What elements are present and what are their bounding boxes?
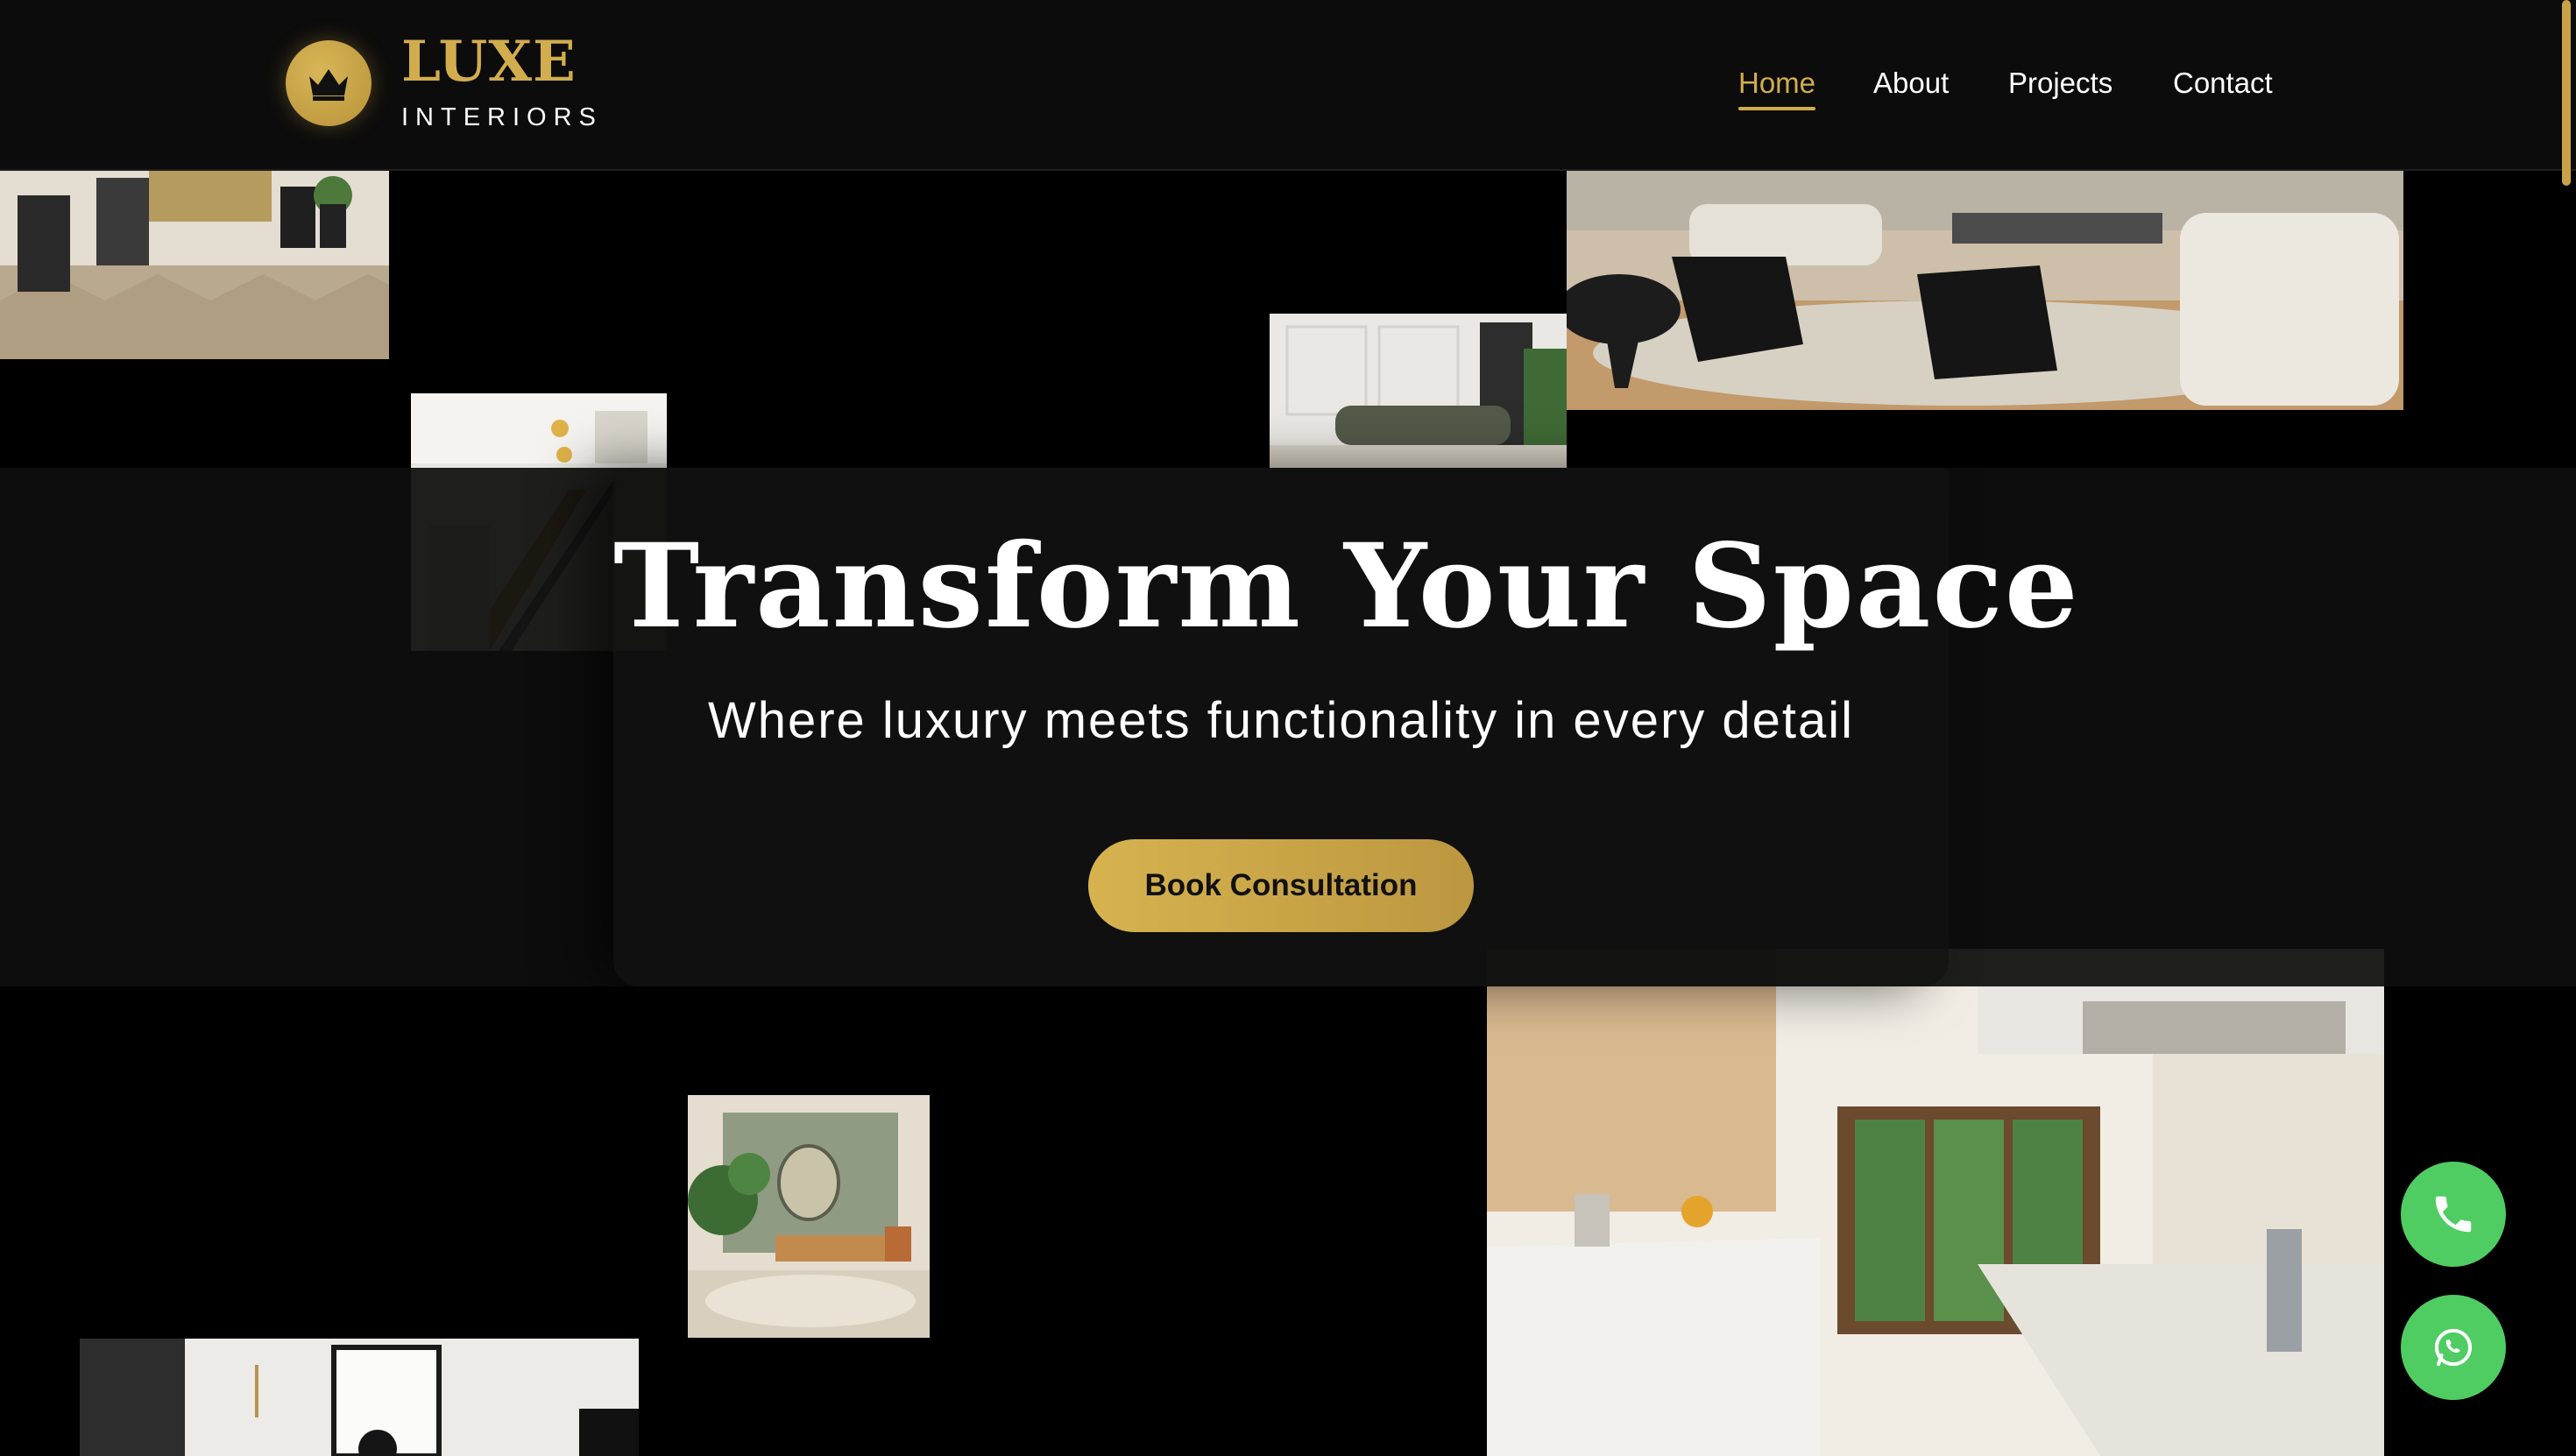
nav-item-about[interactable]: About (1873, 61, 1949, 105)
hero-title: Transform Your Space (613, 519, 2080, 654)
brand-name[interactable]: LUXE (401, 30, 577, 95)
nav-item-home[interactable]: Home (1738, 61, 1816, 110)
nav-item-contact[interactable]: Contact (2173, 61, 2273, 105)
hero-subtitle: Where luxury meets functionality in ever… (707, 692, 1855, 749)
phone-icon (2435, 1196, 2472, 1233)
site-header: LUXE INTERIORS Home About Projects Conta… (0, 0, 2576, 171)
hero-section: Transform Your Space Where luxury meets … (613, 468, 2080, 986)
crown-icon (309, 69, 348, 101)
gallery-photo-sage-sofa (1270, 314, 1567, 468)
call-button[interactable] (2401, 1162, 2506, 1267)
book-consultation-button[interactable]: Book Consultation (1088, 839, 1474, 932)
scrollbar-thumb[interactable] (2562, 0, 2571, 186)
logo-badge[interactable] (286, 40, 372, 126)
gallery-photo-green-wall-room (688, 1095, 930, 1338)
whatsapp-button[interactable] (2401, 1295, 2506, 1400)
gallery-photo-lounge-armchairs (1567, 169, 2403, 410)
gallery-photo-kitchen (1487, 949, 2384, 1456)
gallery-photo-living-room (0, 169, 389, 359)
whatsapp-icon (2434, 1328, 2473, 1367)
gallery-photo-framed-art (80, 1339, 639, 1456)
nav-item-projects[interactable]: Projects (2008, 61, 2112, 105)
brand-tagline: INTERIORS (401, 103, 603, 131)
